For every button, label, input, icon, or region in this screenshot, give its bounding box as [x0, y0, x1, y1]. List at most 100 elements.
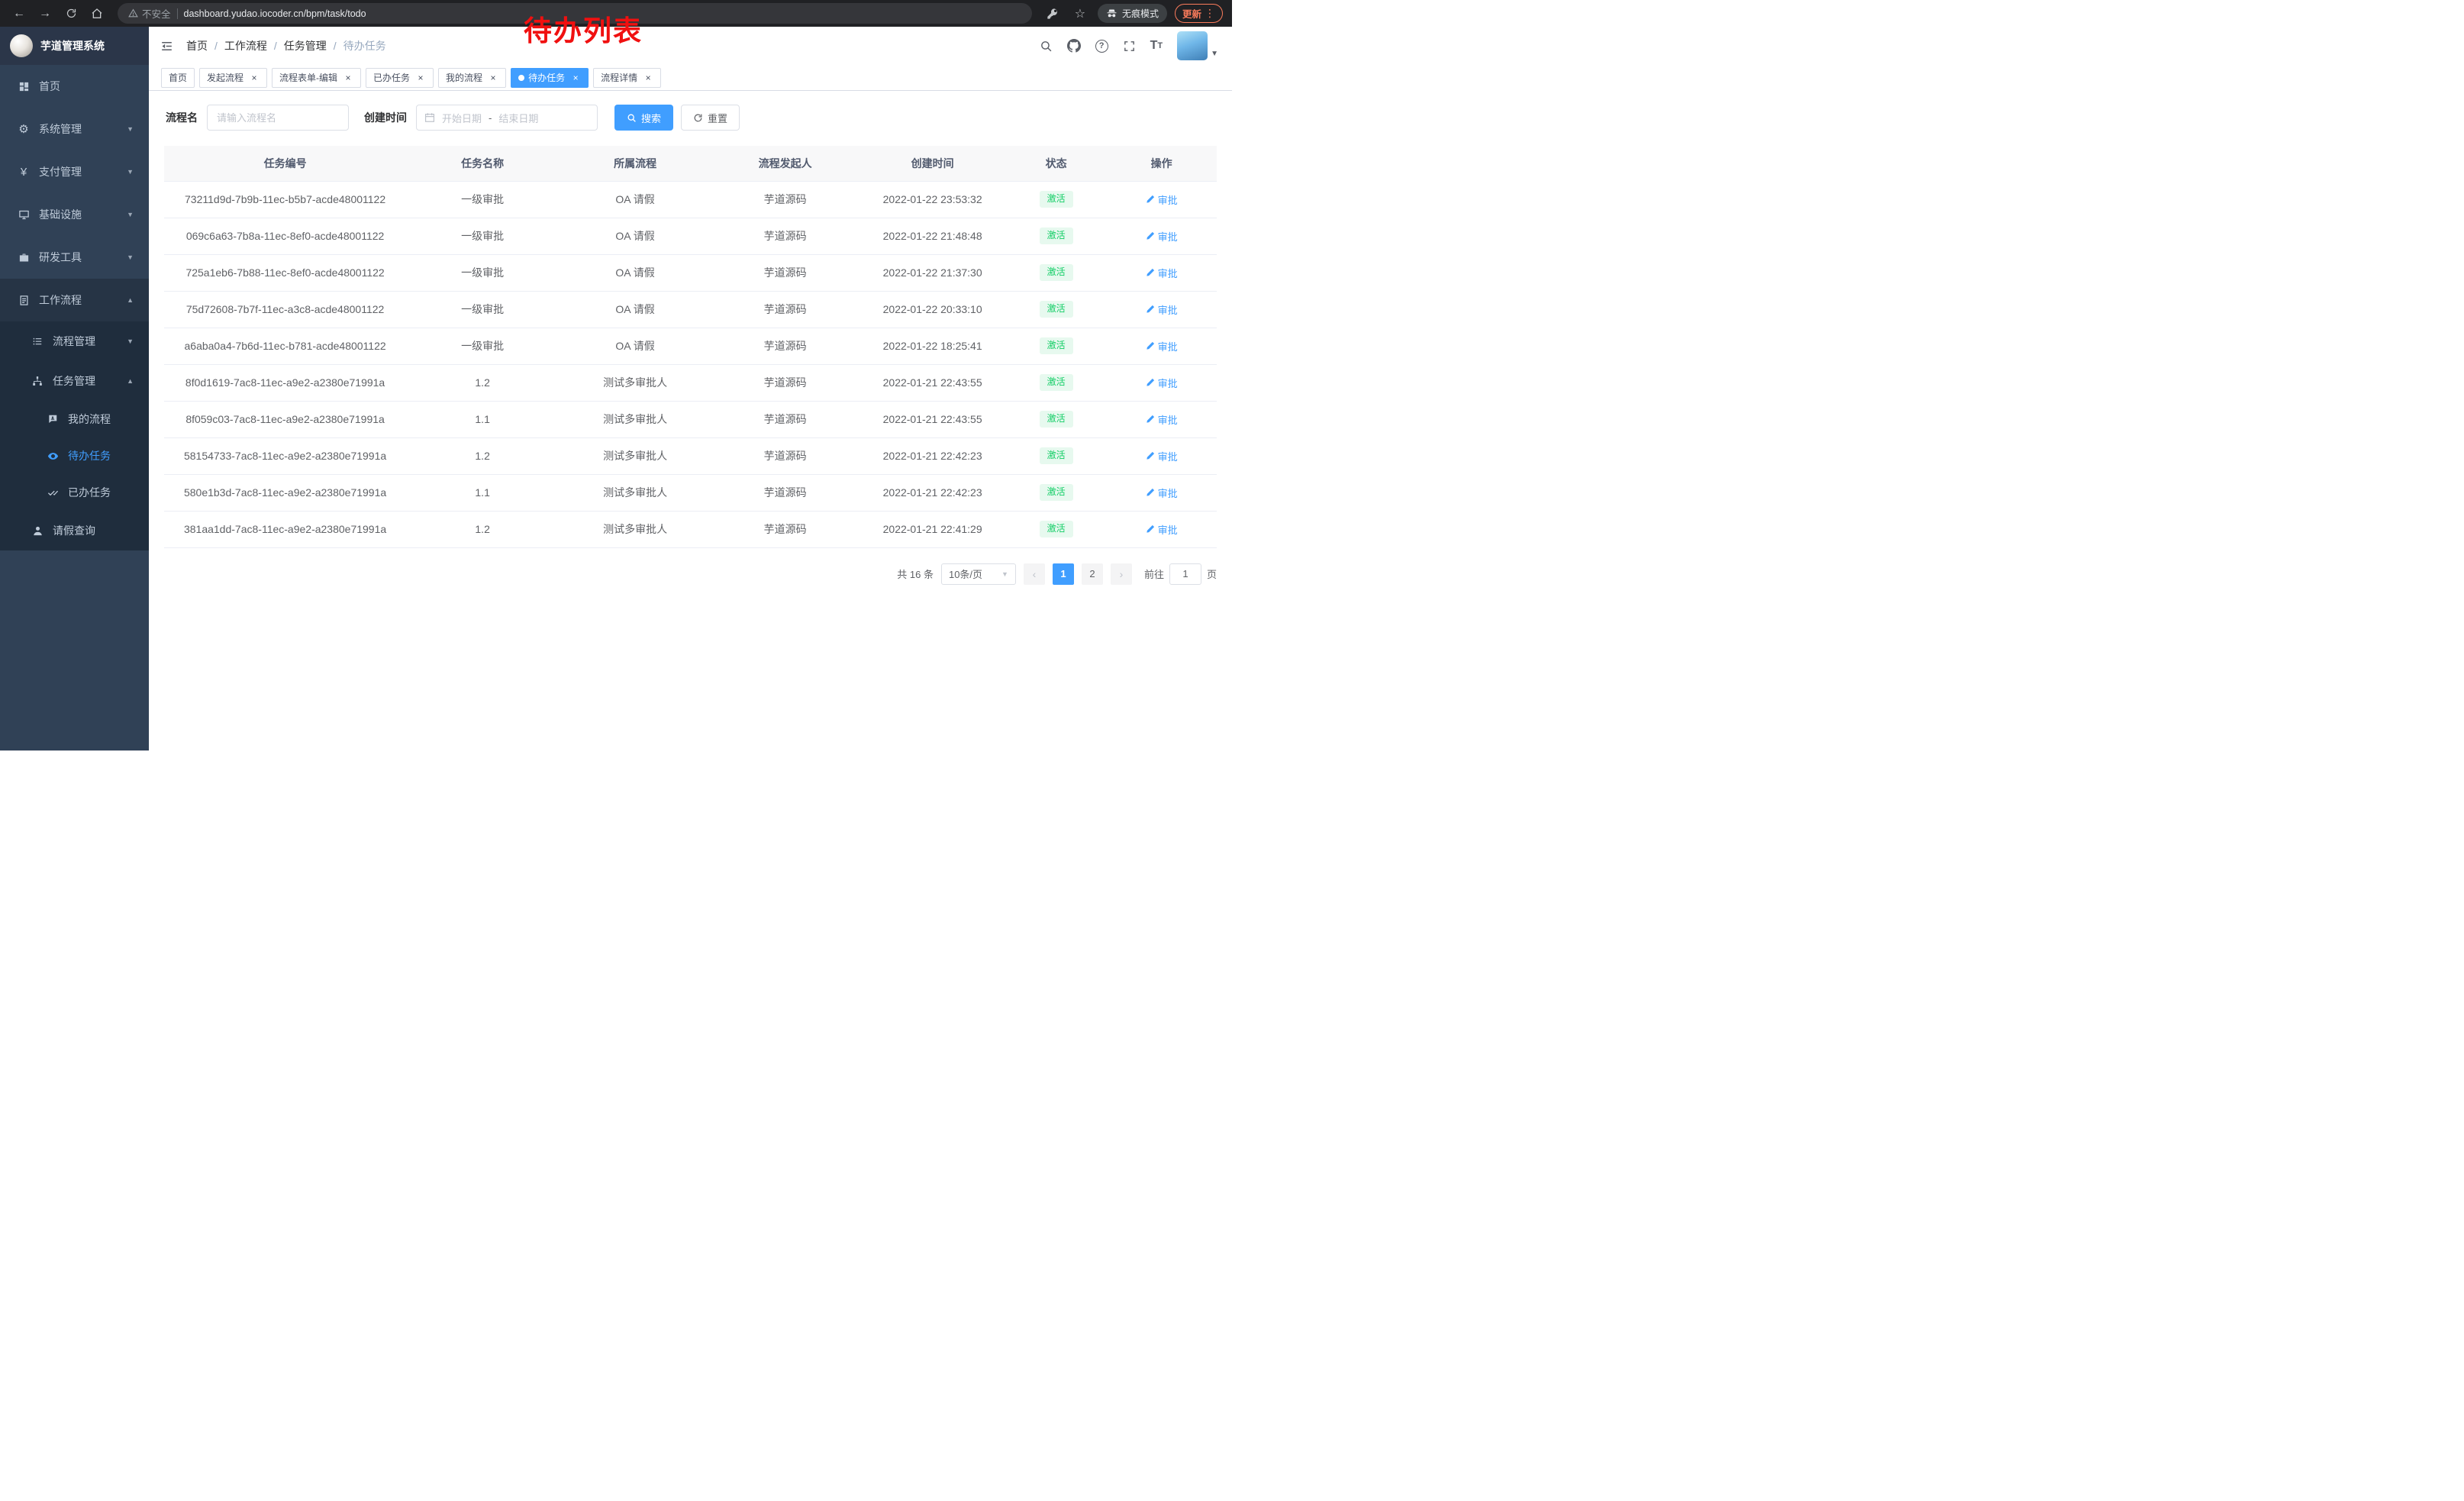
chrome-menu-icon[interactable]: ⋮	[1205, 7, 1215, 20]
approve-link[interactable]: 审批	[1146, 302, 1178, 317]
home-icon[interactable]	[87, 4, 107, 24]
chevron-down-icon: ▼	[127, 253, 134, 261]
breadcrumb-home[interactable]: 首页	[186, 38, 208, 53]
tab-todo-task[interactable]: 待办任务 ×	[511, 68, 589, 88]
process-name-input[interactable]	[207, 105, 349, 131]
prev-page-button[interactable]: ‹	[1024, 563, 1045, 585]
back-icon[interactable]: ←	[9, 4, 29, 24]
approve-link[interactable]: 审批	[1146, 412, 1178, 427]
breadcrumb-workflow[interactable]: 工作流程	[224, 38, 267, 53]
reload-icon[interactable]	[61, 4, 81, 24]
collapse-sidebar-icon[interactable]	[160, 39, 174, 53]
user-menu[interactable]: ▼	[1177, 31, 1218, 60]
bookmark-star-icon[interactable]: ☆	[1070, 4, 1090, 24]
breadcrumb-current: 待办任务	[343, 38, 386, 53]
tab-done-task[interactable]: 已办任务 ×	[366, 68, 434, 88]
search-button[interactable]: 搜索	[614, 105, 673, 131]
font-size-icon[interactable]: TT	[1150, 40, 1163, 52]
close-icon[interactable]: ×	[570, 73, 581, 83]
cell-task-id: a6aba0a4-7b6d-11ec-b781-acde48001122	[164, 328, 406, 364]
breadcrumb-task-mgmt[interactable]: 任务管理	[284, 38, 327, 53]
sidebar-item-label: 任务管理	[53, 373, 95, 389]
forward-icon[interactable]: →	[35, 4, 55, 24]
app-logo	[10, 34, 33, 57]
page-button-2[interactable]: 2	[1082, 563, 1103, 585]
tab-process-form-edit[interactable]: 流程表单-编辑 ×	[272, 68, 361, 88]
close-icon[interactable]: ×	[643, 73, 653, 83]
reset-button[interactable]: 重置	[681, 105, 740, 131]
tab-home[interactable]: 首页	[161, 68, 195, 88]
caret-down-icon: ▼	[1211, 50, 1218, 60]
approve-link[interactable]: 审批	[1146, 192, 1178, 207]
sidebar-item-process-mgmt[interactable]: 流程管理 ▼	[0, 321, 149, 361]
close-icon[interactable]: ×	[343, 73, 353, 83]
sidebar-item-my-process[interactable]: 我的流程	[0, 401, 149, 437]
clipboard-icon	[17, 295, 31, 306]
avatar[interactable]	[1177, 31, 1208, 60]
approve-link[interactable]: 审批	[1146, 449, 1178, 463]
sidebar-item-infra[interactable]: 基础设施 ▼	[0, 193, 149, 236]
approve-link[interactable]: 审批	[1146, 266, 1178, 280]
col-actions: 操作	[1106, 146, 1217, 181]
approve-link[interactable]: 审批	[1146, 376, 1178, 390]
close-icon[interactable]: ×	[415, 73, 426, 83]
status-badge: 激活	[1040, 374, 1073, 391]
cell-actions: 审批	[1106, 218, 1217, 254]
tab-label: 流程详情	[601, 71, 637, 84]
cell-actions: 审批	[1106, 511, 1217, 547]
date-range-picker[interactable]: 开始日期 - 结束日期	[416, 105, 598, 131]
table-row: 8f059c03-7ac8-11ec-a9e2-a2380e71991a 1.1…	[164, 401, 1217, 437]
security-label: 不安全	[142, 6, 171, 21]
list-icon	[31, 336, 44, 347]
tags-view-bar: 首页 发起流程 × 流程表单-编辑 × 已办任务 × 我的流程 × 待办任务 ×	[149, 65, 1232, 91]
breadcrumb: 首页 / 工作流程 / 任务管理 / 待办任务	[186, 38, 386, 53]
url-text[interactable]: dashboard.yudao.iocoder.cn/bpm/task/todo	[184, 8, 366, 19]
page-button-1[interactable]: 1	[1053, 563, 1074, 585]
cell-process: 测试多审批人	[559, 401, 711, 437]
tab-my-process[interactable]: 我的流程 ×	[438, 68, 506, 88]
approve-link[interactable]: 审批	[1146, 339, 1178, 353]
page-size-select[interactable]: 10条/页 ▼	[941, 563, 1016, 585]
github-icon[interactable]	[1067, 39, 1081, 53]
cell-status: 激活	[1006, 437, 1106, 474]
key-icon[interactable]	[1043, 4, 1063, 24]
cell-create-time: 2022-01-22 23:53:32	[859, 181, 1006, 218]
status-badge: 激活	[1040, 264, 1073, 281]
cell-actions: 审批	[1106, 254, 1217, 291]
goto-page-input[interactable]	[1169, 563, 1201, 585]
search-icon[interactable]	[1040, 40, 1053, 53]
cell-create-time: 2022-01-22 18:25:41	[859, 328, 1006, 364]
app-logo-row[interactable]: 芋道管理系统	[0, 27, 149, 65]
approve-link-label: 审批	[1158, 302, 1178, 317]
fullscreen-icon[interactable]	[1123, 40, 1136, 53]
security-warning[interactable]: 不安全	[128, 6, 171, 21]
approve-link[interactable]: 审批	[1146, 486, 1178, 500]
approve-link[interactable]: 审批	[1146, 522, 1178, 537]
next-page-button[interactable]: ›	[1111, 563, 1132, 585]
tab-process-detail[interactable]: 流程详情 ×	[593, 68, 661, 88]
close-icon[interactable]: ×	[249, 73, 260, 83]
sidebar-item-payment[interactable]: ¥ 支付管理 ▼	[0, 150, 149, 193]
tab-start-process[interactable]: 发起流程 ×	[199, 68, 267, 88]
chrome-update-button[interactable]: 更新 ⋮	[1175, 4, 1223, 23]
approve-link-label: 审批	[1158, 522, 1178, 537]
sidebar-item-leave-query[interactable]: 请假查询	[0, 511, 149, 550]
sidebar-item-done-task[interactable]: 已办任务	[0, 474, 149, 511]
workflow-submenu: 流程管理 ▼ 任务管理 ▲ 我的流程 待办任务	[0, 321, 149, 550]
sidebar-item-todo-task[interactable]: 待办任务	[0, 437, 149, 474]
tab-label: 流程表单-编辑	[279, 71, 337, 84]
breadcrumb-separator: /	[334, 40, 337, 52]
col-initiator: 流程发起人	[711, 146, 859, 181]
help-icon[interactable]: ?	[1095, 40, 1108, 53]
sidebar-item-label: 系统管理	[39, 121, 82, 137]
sidebar-item-workflow[interactable]: 工作流程 ▲	[0, 279, 149, 321]
address-bar[interactable]: 不安全 dashboard.yudao.iocoder.cn/bpm/task/…	[118, 3, 1032, 24]
close-icon[interactable]: ×	[488, 73, 498, 83]
status-badge: 激活	[1040, 484, 1073, 501]
approve-link[interactable]: 审批	[1146, 229, 1178, 244]
sidebar-item-system[interactable]: ⚙ 系统管理 ▼	[0, 108, 149, 150]
sidebar-item-task-mgmt[interactable]: 任务管理 ▲	[0, 361, 149, 401]
sidebar-item-devtools[interactable]: 研发工具 ▼	[0, 236, 149, 279]
sidebar-item-home[interactable]: 首页	[0, 65, 149, 108]
approve-link-label: 审批	[1158, 376, 1178, 390]
